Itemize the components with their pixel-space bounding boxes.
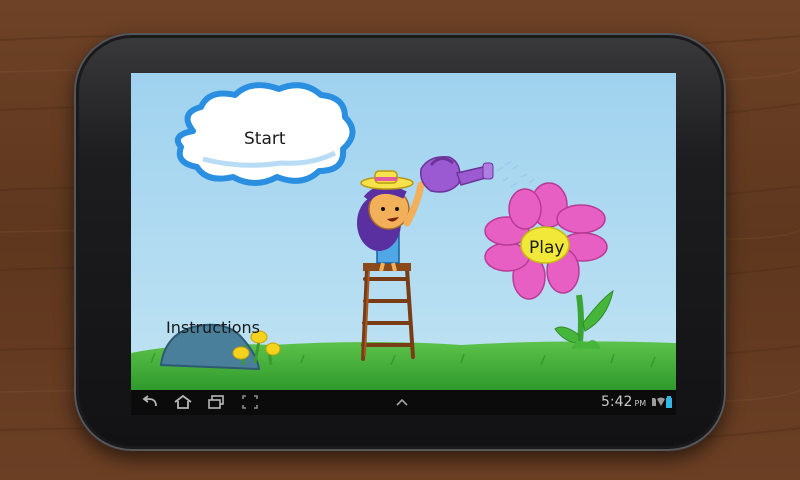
start-menu-label[interactable]: Start bbox=[244, 129, 286, 149]
tablet-screen: Start Play Instructions 5:42 PM bbox=[131, 73, 676, 415]
clock-time: 5:42 bbox=[601, 394, 633, 410]
chevron-up-icon[interactable] bbox=[393, 394, 411, 410]
battery-icon bbox=[666, 396, 672, 408]
system-navigation-bar: 5:42 PM bbox=[131, 390, 676, 415]
screenshot-icon[interactable] bbox=[241, 394, 259, 410]
wifi-icon bbox=[657, 397, 665, 406]
game-menu-scene bbox=[131, 73, 676, 390]
back-icon[interactable] bbox=[141, 394, 159, 410]
recent-apps-icon[interactable] bbox=[207, 394, 225, 410]
play-menu-label[interactable]: Play bbox=[529, 238, 564, 258]
instructions-menu-label[interactable]: Instructions bbox=[166, 318, 260, 337]
status-clock: 5:42 PM bbox=[601, 394, 646, 410]
clock-suffix: PM bbox=[634, 399, 647, 408]
home-icon[interactable] bbox=[173, 394, 193, 410]
